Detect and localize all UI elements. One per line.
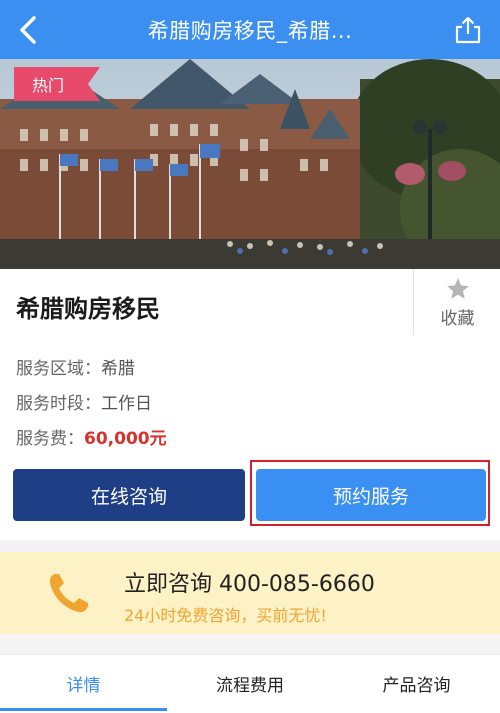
share-button[interactable] [450,12,486,48]
tab-process-fees[interactable]: 流程费用 [167,655,333,711]
online-consult-button[interactable]: 在线咨询 [13,469,245,521]
favorite-button[interactable]: 收藏 [413,269,500,335]
back-chevron-icon [20,16,36,44]
phone-icon [49,574,88,613]
favorite-label: 收藏 [440,308,475,329]
hotline-number: 立即咨询 400-085-6660 [124,572,375,597]
hotline-subtitle: 24小时免费咨询，买前无忧! [124,606,327,625]
active-tab-indicator [0,708,167,711]
section-divider [0,540,500,552]
hot-tag-badge: 热门 [14,67,100,101]
hotline-banner[interactable]: 立即咨询 400-085-6660 24小时免费咨询，买前无忧! [0,552,500,634]
product-info-card: 希腊购房移民 收藏 服务区域：希腊 服务时段：工作日 服务费：60,000元 [0,269,500,459]
back-button[interactable] [8,10,48,50]
page-title: 希腊购房移民_希腊... [147,18,353,43]
tab-details[interactable]: 详情 [0,655,167,711]
star-icon [446,277,469,299]
share-icon [455,16,481,44]
service-time-row: 服务时段：工作日 [16,389,152,414]
service-fee-label: 服务费： [16,429,84,449]
service-time-value: 工作日 [101,394,152,414]
section-gap [0,634,500,654]
top-nav-bar: 希腊购房移民_希腊... [0,0,500,59]
hero-image: 热门 [0,59,500,269]
service-area-label: 服务区域： [16,359,101,379]
detail-tabs: 详情 流程费用 产品咨询 [0,654,500,713]
product-title: 希腊购房移民 [16,295,160,323]
service-fee-row: 服务费：60,000元 [16,424,167,449]
book-service-button[interactable]: 预约服务 [256,469,486,521]
service-area-value: 希腊 [101,359,135,379]
service-fee-value: 60,000元 [84,429,167,449]
service-time-label: 服务时段： [16,394,101,414]
tab-product-consult[interactable]: 产品咨询 [333,655,500,711]
service-area-row: 服务区域：希腊 [16,354,135,379]
